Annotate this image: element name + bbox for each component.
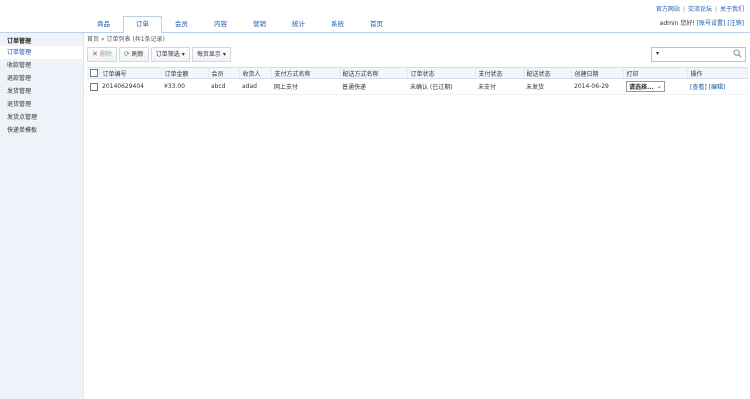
sidebar-title: 订单管理 [7, 38, 32, 45]
col-member[interactable]: 会员 [208, 67, 240, 79]
search-icon[interactable] [733, 49, 742, 58]
greeting: 您好! [680, 20, 695, 27]
print-select-value: 请选择... [629, 84, 654, 91]
refresh-button[interactable]: ⟳ 刷新 [118, 47, 149, 62]
order-number: 20140629404 [99, 78, 161, 95]
tab-members[interactable]: 会员 [162, 16, 201, 32]
payment-method: 网上支付 [271, 78, 339, 95]
col-order-amount[interactable]: 订单金额 [161, 67, 209, 79]
col-order-number[interactable]: 订单编号 [99, 67, 162, 79]
order-filter-label: 订单筛选 [155, 51, 180, 58]
created-date: 2014-06-29 [571, 78, 623, 95]
tab-statistics[interactable]: 统计 [279, 16, 318, 32]
col-print: 打印 [623, 67, 688, 79]
tab-content[interactable]: 内容 [201, 16, 240, 32]
col-consignee[interactable]: 收货人 [239, 67, 272, 79]
select-all-checkbox[interactable] [90, 69, 98, 77]
col-created-date[interactable]: 创建日期 [571, 67, 624, 79]
account-settings-link[interactable]: [账号设置] [697, 20, 726, 27]
about-link[interactable]: 关于我们 [720, 6, 744, 13]
order-filter-button[interactable]: 订单筛选 ▾ [150, 47, 190, 62]
delete-button[interactable]: ✕ 删除 [87, 47, 117, 62]
page-size-label: 每页显示 [196, 51, 221, 58]
row-checkbox[interactable] [90, 82, 98, 91]
tab-goods[interactable]: 商品 [84, 16, 123, 32]
header: 商品 订单 会员 内容 营销 统计 系统 首页 admin 您好! [账号设置]… [0, 14, 750, 33]
shipping-status: 未发货 [523, 78, 571, 95]
sidebar-item-payments[interactable]: 收款管理 [0, 59, 83, 72]
breadcrumb: 首页 » 订单列表 (共1条记录) [87, 36, 165, 43]
sidebar-item-order-management[interactable]: 订单管理 [0, 46, 83, 59]
print-select[interactable]: 请选择... ⌄ [626, 81, 665, 92]
col-order-status[interactable]: 订单状态 [407, 67, 476, 79]
main-content: 首页 » 订单列表 (共1条记录) ✕ 删除 ⟳ 刷新 订单筛选 ▾ 每页显示 … [84, 33, 750, 399]
col-payment-method[interactable]: 支付方式名称 [271, 67, 340, 79]
chevron-down-icon: ▾ [222, 51, 226, 58]
chevron-down-icon: ⌄ [656, 83, 662, 90]
order-status: 未确认 (已过期) [407, 78, 475, 95]
refresh-icon: ⟳ [123, 50, 130, 58]
tab-home[interactable]: 首页 [357, 16, 396, 32]
search-input[interactable] [664, 49, 724, 59]
toolbar: ✕ 删除 ⟳ 刷新 订单筛选 ▾ 每页显示 ▾ [87, 47, 233, 62]
sidebar-item-delivery-centers[interactable]: 发货点管理 [0, 111, 83, 124]
col-actions: 操作 [687, 67, 748, 79]
col-delivery-method[interactable]: 配送方式名称 [339, 67, 408, 79]
sidebar-item-waybill-templates[interactable]: 快递单模板 [0, 124, 83, 137]
refresh-label: 刷新 [131, 51, 144, 58]
delete-icon: ✕ [92, 50, 98, 58]
tab-marketing[interactable]: 营销 [240, 16, 279, 32]
search-type-dropdown[interactable]: ▾ [656, 50, 659, 57]
payment-status: 未支付 [475, 78, 523, 95]
official-site-link[interactable]: 官方网站 [656, 6, 680, 13]
tab-orders[interactable]: 订单 [123, 16, 162, 33]
consignee: adad [239, 78, 271, 95]
top-links: 官方网站 | 交流论坛 | 关于我们 [655, 6, 744, 13]
main-nav: 商品 订单 会员 内容 营销 统计 系统 首页 [84, 16, 396, 33]
order-amount: ¥33.00 [161, 78, 208, 95]
delivery-method: 普通快递 [339, 78, 407, 95]
user-info: admin 您好! [账号设置] [注销] [660, 18, 744, 27]
view-link[interactable]: [查看] [690, 84, 707, 91]
order-table: 订单编号 订单金额 会员 收货人 支付方式名称 配送方式名称 订单状态 支付状态… [87, 67, 748, 95]
search-box: ▾ [651, 47, 746, 62]
table-row: 20140629404 ¥33.00 abcd adad 网上支付 普通快递 未… [87, 78, 747, 95]
col-shipping-status[interactable]: 配送状态 [523, 67, 572, 79]
edit-link[interactable]: [编辑] [709, 84, 726, 91]
tab-system[interactable]: 系统 [318, 16, 357, 32]
username: admin [659, 20, 679, 27]
sidebar-item-returns[interactable]: 退货管理 [0, 98, 83, 111]
logout-link[interactable]: [注销] [727, 20, 744, 27]
sidebar: 订单管理 订单管理 收款管理 退款管理 发货管理 退货管理 发货点管理 快递单模… [0, 33, 84, 399]
member: abcd [208, 78, 239, 95]
sidebar-item-shipments[interactable]: 发货管理 [0, 85, 83, 98]
table-header-row: 订单编号 订单金额 会员 收货人 支付方式名称 配送方式名称 订单状态 支付状态… [87, 67, 748, 79]
forum-link[interactable]: 交流论坛 [688, 6, 712, 13]
chevron-down-icon: ▾ [181, 51, 185, 58]
sidebar-item-refunds[interactable]: 退款管理 [0, 72, 83, 85]
delete-label: 删除 [99, 51, 112, 58]
col-payment-status[interactable]: 支付状态 [475, 67, 524, 79]
page-size-button[interactable]: 每页显示 ▾ [191, 47, 231, 62]
